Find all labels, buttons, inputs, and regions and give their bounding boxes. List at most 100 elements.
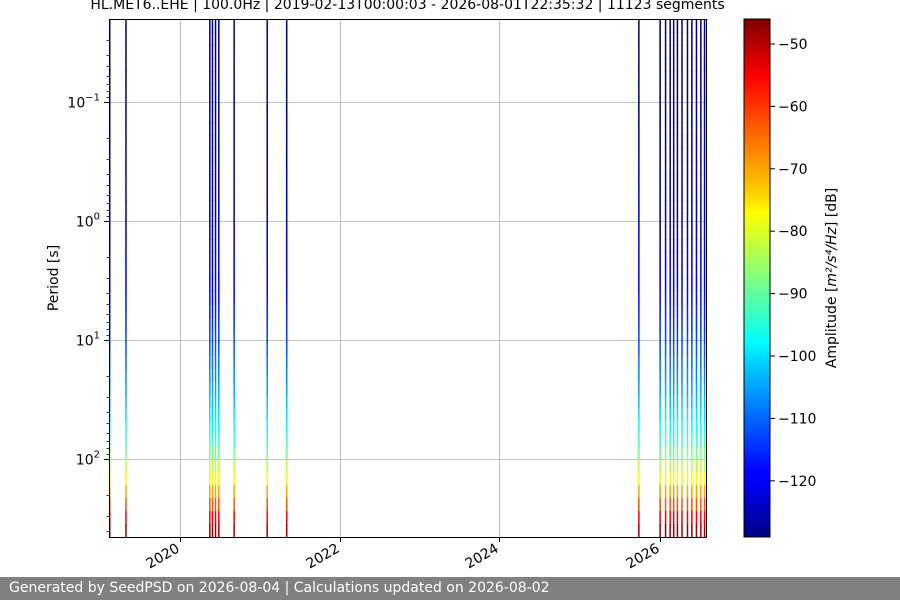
heat-cell	[703, 407, 706, 422]
heat-cell	[672, 265, 675, 279]
heat-cell	[209, 265, 211, 279]
heat-cell	[233, 433, 235, 447]
heat-cell	[691, 524, 693, 538]
heat-cell	[669, 19, 671, 33]
heat-cell	[695, 342, 698, 357]
x-tick-label: 2022	[304, 541, 343, 573]
heat-cell	[218, 355, 220, 370]
heat-cell	[285, 200, 288, 214]
heat-cell	[703, 161, 706, 175]
heat-cell	[700, 122, 702, 137]
heat-cell	[125, 355, 127, 370]
heat-cell	[664, 342, 667, 357]
heat-cell	[218, 239, 220, 253]
heat-cell	[285, 31, 288, 46]
heat-cell	[676, 44, 679, 59]
heat-cell	[233, 265, 235, 279]
heat-cell	[669, 148, 671, 163]
heat-cell	[700, 303, 702, 318]
heat-cell	[266, 57, 268, 72]
heat-cell	[659, 290, 661, 305]
heat-cell	[211, 70, 214, 85]
heat-cell	[669, 122, 671, 137]
heat-cell	[703, 109, 706, 124]
heat-cell	[209, 511, 211, 525]
y-tick-exponent: 1	[94, 331, 100, 342]
heat-cell	[285, 329, 288, 344]
heat-cell	[214, 57, 217, 72]
heat-cell	[209, 394, 211, 409]
heat-cell	[700, 109, 702, 124]
heat-cell	[664, 485, 667, 499]
heat-cell	[233, 394, 235, 409]
heat-cell	[676, 200, 679, 214]
heat-cell	[214, 109, 217, 124]
heat-cell	[703, 19, 706, 33]
heat-cell	[209, 213, 211, 227]
y-tick-base: 10	[67, 96, 85, 112]
heat-cell	[700, 316, 702, 331]
heat-cell	[214, 213, 217, 227]
heat-cell	[672, 135, 675, 150]
heat-cell	[209, 342, 211, 357]
heat-cell	[664, 265, 667, 279]
heat-cell	[664, 213, 667, 227]
heat-cell	[125, 148, 127, 163]
heat-cell	[686, 252, 689, 266]
heat-cell	[669, 252, 671, 266]
heat-cell	[233, 316, 235, 331]
heat-cell	[218, 83, 220, 98]
heat-cell	[686, 329, 689, 344]
heat-cell	[211, 290, 214, 305]
heat-cell	[672, 433, 675, 447]
heat-cell	[681, 57, 683, 72]
heat-cell	[638, 381, 640, 396]
heat-cell	[672, 239, 675, 253]
heat-cell	[659, 161, 661, 175]
heat-cell	[672, 187, 675, 201]
heat-cell	[686, 381, 689, 396]
heat-cell	[703, 303, 706, 318]
heat-cell	[638, 135, 640, 150]
heat-cell	[664, 459, 667, 473]
heat-cell	[664, 226, 667, 240]
heat-cell	[214, 498, 217, 512]
heat-cell	[659, 355, 661, 370]
heat-cell	[218, 498, 220, 512]
heat-cell	[659, 511, 661, 525]
heat-cell	[638, 407, 640, 422]
heat-cell	[285, 239, 288, 253]
colorbar	[744, 19, 770, 537]
heat-cell	[218, 174, 220, 188]
heat-cell	[700, 187, 702, 201]
heat-cell	[676, 433, 679, 447]
heat-cell	[214, 19, 217, 33]
heat-cell	[266, 187, 268, 201]
heat-cell	[638, 459, 640, 473]
heat-cell	[266, 524, 268, 538]
footer-text: Generated by SeedPSD on 2026-08-04 | Cal…	[9, 580, 550, 596]
heat-cell	[659, 96, 661, 111]
heat-cell	[125, 303, 127, 318]
heat-cell	[211, 368, 214, 383]
heat-cell	[209, 381, 211, 396]
heat-cell	[672, 44, 675, 59]
heat-cell	[691, 44, 693, 59]
heat-cell	[672, 57, 675, 72]
heat-cell	[669, 174, 671, 188]
heat-cell	[211, 174, 214, 188]
heat-cell	[686, 394, 689, 409]
heat-cell	[233, 239, 235, 253]
data-column	[209, 19, 211, 538]
heat-cell	[125, 44, 127, 59]
heat-cell	[676, 213, 679, 227]
heat-cell	[285, 485, 288, 499]
heat-cell	[672, 485, 675, 499]
heat-cell	[676, 290, 679, 305]
heat-cell	[266, 446, 268, 460]
heat-cell	[672, 70, 675, 85]
heat-cell	[233, 368, 235, 383]
heat-cell	[681, 239, 683, 253]
heat-cell	[664, 122, 667, 137]
heat-cell	[664, 407, 667, 422]
